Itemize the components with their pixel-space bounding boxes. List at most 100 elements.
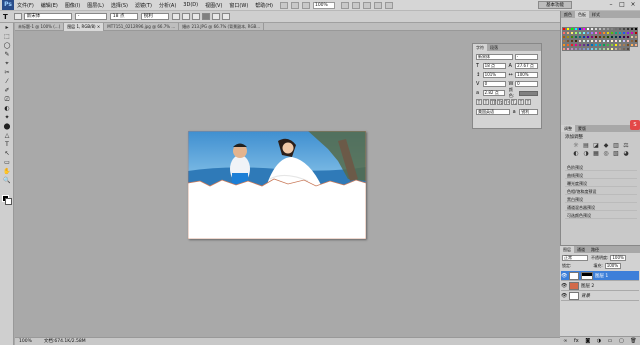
swatch-111[interactable] [626,47,630,51]
adjustment-layer-icon[interactable]: ◑ [597,337,601,345]
close-icon[interactable]: × [629,1,637,9]
align-right-icon[interactable] [191,13,200,20]
tool-icon-14[interactable]: ↖ [2,150,12,158]
link-layers-icon[interactable]: ∞ [563,337,567,345]
menu-file[interactable]: 文件(F) [17,2,34,9]
superscript-button[interactable]: T¹ [504,99,510,105]
rotate-view-icon[interactable] [362,1,371,9]
char-language-select[interactable]: 美国英语 [476,109,510,115]
hand-tool-icon[interactable] [340,1,349,9]
new-group-icon[interactable]: ▭ [608,337,613,345]
preset-item[interactable]: 黑白预设 [565,196,637,203]
preset-item[interactable]: 曲线预设 [565,172,637,179]
underline-button[interactable]: T [518,99,524,105]
preset-item[interactable]: 曝光度预设 [565,180,637,187]
tab-channels[interactable]: 通道 [574,246,588,253]
adjustment-icon-0[interactable]: ☼ [571,142,581,150]
maximize-icon[interactable]: □ [618,1,626,9]
small-caps-button[interactable]: Tt [497,99,503,105]
orientation-toggle-icon[interactable] [13,13,22,20]
blend-mode-select[interactable]: 正常 [562,255,588,261]
tool-icon-0[interactable]: ▸ [2,24,12,32]
menu-edit[interactable]: 编辑(E) [41,2,58,9]
visibility-eye-icon[interactable]: 👁 [561,283,567,289]
char-anti-alias-select[interactable]: 锐利 [519,109,538,115]
align-center-icon[interactable] [181,13,190,20]
tool-icon-13[interactable]: T [2,141,12,149]
menu-layer[interactable]: 图层(L) [87,2,104,9]
char-horizontal-scale-field[interactable]: 100% [515,72,538,78]
char-vertical-scale-field[interactable]: 101% [482,72,506,78]
background-color-swatch[interactable] [5,198,12,205]
tool-icon-1[interactable]: ⬚ [2,33,12,41]
tab-swatches[interactable]: 色板 [575,11,589,18]
tab-masks[interactable]: 蒙版 [575,125,589,132]
adjustment-icon-1[interactable]: ▤ [581,142,591,150]
tool-icon-15[interactable]: ▭ [2,159,12,167]
tool-icon-10[interactable]: ✦ [2,114,12,122]
tool-icon-12[interactable]: △ [2,132,12,140]
minibridge-button[interactable] [290,1,299,9]
tool-icon-9[interactable]: ◐ [2,105,12,113]
opacity-field[interactable]: 100% [610,255,627,261]
char-tracking-field[interactable]: 0 [515,81,538,87]
tool-icon-6[interactable]: ⁄ [2,78,12,86]
arrange-documents-icon[interactable] [373,1,382,9]
anti-alias-select[interactable]: 锐利 [140,13,169,20]
menu-view[interactable]: 视图(V) [205,2,222,9]
warp-text-icon[interactable] [211,13,220,20]
adjustment-icon-10[interactable]: ▧ [611,150,621,158]
text-tool-icon[interactable]: T [3,13,8,21]
bridge-button[interactable] [279,1,288,9]
char-font-style-select[interactable]: - [514,54,538,60]
preset-item[interactable]: 色相/饱和度预设 [565,188,637,195]
menu-filter[interactable]: 滤镜(T) [135,2,152,9]
subscript-button[interactable]: T, [511,99,517,105]
tool-icon-17[interactable]: 🔍 [2,177,12,185]
faux-bold-button[interactable]: T [476,99,482,105]
tab-paths[interactable]: 路径 [588,246,602,253]
menu-3d[interactable]: 3D(D) [183,2,198,8]
font-size-select[interactable]: 18 点 [109,13,138,20]
char-kerning-field[interactable]: 0 [482,81,506,87]
tool-icon-8[interactable]: ⎚ [2,96,12,104]
char-font-family-select[interactable]: 新宋体 [476,54,513,60]
adjustment-icon-8[interactable]: ▦ [591,150,601,158]
status-zoom[interactable]: 100% [19,338,32,345]
layer-row-layer-1[interactable]: 👁 图层 1 [561,271,639,281]
toggle-panels-icon[interactable] [221,13,230,20]
adjustment-icon-7[interactable]: ◑ [581,150,591,158]
tool-icon-16[interactable]: ✋ [2,168,12,176]
faux-italic-button[interactable]: T [483,99,489,105]
text-color-swatch[interactable] [201,13,210,20]
strikethrough-button[interactable]: T [525,99,531,105]
adjustment-icon-4[interactable]: ▥ [611,142,621,150]
preset-item[interactable]: 通道混合器预设 [565,204,637,211]
font-style-select[interactable]: - [74,13,107,20]
layer-mask-thumbnail[interactable] [581,271,593,280]
font-family-select[interactable]: 新宋体 [23,13,72,20]
tool-icon-5[interactable]: ✂ [2,69,12,77]
char-baseline-field[interactable]: 2.82 点 [482,90,505,96]
char-font-size-field[interactable]: 18 点 [482,63,506,69]
char-leading-field[interactable]: 27.67 点 [515,63,538,69]
screen-mode-icon[interactable] [384,1,393,9]
tool-icon-2[interactable]: ◯ [2,42,12,50]
tab-layers[interactable]: 图层 [560,246,574,253]
menu-select[interactable]: 选择(S) [111,2,128,9]
tab-wedding-213[interactable]: 婚纱 213.JPG @ 66.7% (背景副本, RGB... [179,23,265,31]
tool-icon-3[interactable]: ✎ [2,51,12,59]
adjustment-icon-3[interactable]: ◆ [601,142,611,150]
tab-character[interactable]: 字符 [473,44,487,51]
preset-item[interactable]: 可选颜色预设 [565,212,637,219]
fill-field[interactable]: 100% [604,263,621,269]
visibility-eye-icon[interactable]: 👁 [561,293,567,299]
menu-window[interactable]: 窗口(W) [229,2,248,9]
all-caps-button[interactable]: TT [490,99,496,105]
new-layer-icon[interactable]: ▢ [619,337,624,345]
tab-adjustments[interactable]: 调整 [561,125,575,132]
minimize-icon[interactable]: – [607,1,615,9]
menu-analysis[interactable]: 分析(A) [159,2,176,9]
menu-help[interactable]: 帮助(H) [255,2,273,9]
tab-color[interactable]: 颜色 [561,11,575,18]
